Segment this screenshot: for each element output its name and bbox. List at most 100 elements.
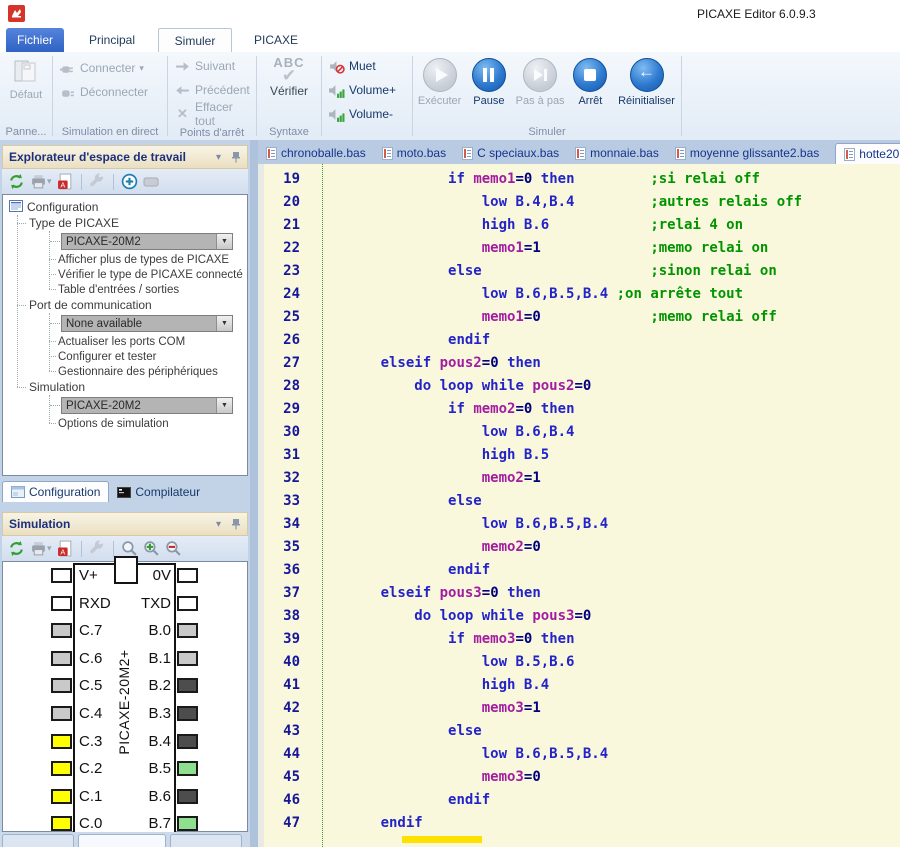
file-tab-moto-bas[interactable]: moto.bas [382,146,446,164]
app-logo-icon[interactable] [8,5,25,22]
bottom-tab-stub[interactable] [78,834,166,847]
print-button[interactable]: ▾ [30,173,52,190]
code-line[interactable]: 42 memo3=1 [258,697,900,720]
effacer-tout-button[interactable]: ✕ Effacer tout [168,102,256,126]
code-line[interactable]: 41 high B.4 [258,674,900,697]
code-line[interactable]: 37 elseif pous3=0 then [258,582,900,605]
code-line[interactable]: 45 memo3=0 [258,766,900,789]
tree-item[interactable]: Gestionnaire des périphériques [3,364,247,379]
refresh-icon[interactable] [8,173,25,190]
picaxe-type-combobox[interactable]: PICAXE-20M2▼ [61,233,233,250]
file-tab-hotte20m[interactable]: hotte20M [835,143,900,164]
code-line[interactable]: 35 memo2=0 [258,536,900,559]
code-line[interactable]: 43 else [258,720,900,743]
wrench-icon[interactable] [89,540,106,557]
pin-TXD[interactable] [177,596,198,611]
muet-button[interactable]: Muet [322,54,412,78]
picaxe-type-combobox[interactable]: None available▼ [61,315,233,332]
pin-C.5[interactable] [51,678,72,693]
tree-item[interactable]: Simulation [3,379,247,395]
tree-item[interactable]: Afficher plus de types de PICAXE [3,252,247,267]
tree-item[interactable]: Table d'entrées / sorties [3,282,247,297]
zoom-icon[interactable] [121,540,138,557]
pin-C.2[interactable] [51,761,72,776]
combobox-arrow-icon[interactable]: ▼ [216,398,232,413]
tab-principal[interactable]: Principal [70,28,154,52]
code-line[interactable]: 27 elseif pous2=0 then [258,352,900,375]
bottom-tab-stub[interactable] [2,834,74,847]
pin-C.6[interactable] [51,651,72,666]
combobox-arrow-icon[interactable]: ▼ [216,234,232,249]
code-line[interactable]: 19 if memo1=0 then ;si relai off [258,168,900,191]
code-line[interactable]: 24 low B.6,B.5,B.4 ;on arrête tout [258,283,900,306]
tab-compilateur[interactable]: Compilateur [109,482,208,502]
file-tab-monnaie-bas[interactable]: monnaie.bas [575,146,659,164]
tree-item[interactable]: Configurer et tester [3,349,247,364]
tab-simuler[interactable]: Simuler [158,28,232,52]
pas-a-pas-button[interactable]: Pas à pas [512,52,569,125]
picaxe-type-combobox[interactable]: PICAXE-20M2▼ [61,397,233,414]
panel-splitter[interactable] [250,140,258,847]
code-line[interactable]: 32 memo2=1 [258,467,900,490]
pin-C.1[interactable] [51,789,72,804]
defaut-button[interactable]: Défaut [10,58,42,101]
print-button[interactable]: ▾ [30,540,52,557]
combobox-arrow-icon[interactable]: ▼ [216,316,232,331]
file-tab-moyenne-glissante2-bas[interactable]: moyenne glissante2.bas [675,146,819,164]
add-watch-icon[interactable] [121,173,138,190]
pin-V+[interactable] [51,568,72,583]
code-line[interactable]: 39 if memo3=0 then [258,628,900,651]
refresh-icon[interactable] [8,540,25,557]
tree-item[interactable]: Type de PICAXE [3,215,247,231]
wrench-icon[interactable] [89,173,106,190]
volume-minus-button[interactable]: Volume- [322,102,412,126]
code-editor[interactable]: 19 if memo1=0 then ;si relai off20 low B… [258,164,900,847]
arret-button[interactable]: Arrêt [571,52,610,125]
pin-B.5[interactable] [177,761,198,776]
code-line[interactable]: 33 else [258,490,900,513]
pin-C.3[interactable] [51,734,72,749]
pause-button[interactable]: Pause [468,52,509,125]
tab-fichier[interactable]: Fichier [6,28,64,52]
pin-B.2[interactable] [177,678,198,693]
pin-B.0[interactable] [177,623,198,638]
code-line[interactable]: 26 endif [258,329,900,352]
pin-B.6[interactable] [177,789,198,804]
pin-B.7[interactable] [177,816,198,831]
zoom-out-icon[interactable] [165,540,182,557]
deconnecter-button[interactable]: Déconnecter [53,80,167,104]
bottom-tab-stub[interactable] [170,834,242,847]
code-line[interactable]: 23 else ;sinon relai on [258,260,900,283]
pin-0V[interactable] [177,568,198,583]
pin-RXD[interactable] [51,596,72,611]
verifier-button[interactable]: ABC ✔ Vérifier [257,52,321,125]
suivant-button[interactable]: Suivant [168,54,256,78]
tab-configuration[interactable]: Configuration [2,481,109,502]
chevron-down-icon[interactable]: ▾ [216,152,221,163]
pdf-export-icon[interactable]: A [57,173,74,190]
code-line[interactable]: 36 endif [258,559,900,582]
pin-C.4[interactable] [51,706,72,721]
tree-item[interactable]: Port de communication [3,297,247,313]
volume-plus-button[interactable]: Volume+ [322,78,412,102]
pin-icon[interactable] [231,518,241,530]
tree-item[interactable]: Configuration [3,199,247,215]
pin-C.0[interactable] [51,816,72,831]
code-line[interactable]: 40 low B.5,B.6 [258,651,900,674]
pin-B.1[interactable] [177,651,198,666]
pin-icon[interactable] [231,151,241,163]
pin-B.4[interactable] [177,734,198,749]
pin-B.3[interactable] [177,706,198,721]
precedent-button[interactable]: Précédent [168,78,256,102]
code-line[interactable]: 30 low B.6,B.4 [258,421,900,444]
file-tab-c-speciaux-bas[interactable]: C speciaux.bas [462,146,559,164]
code-line[interactable]: 22 memo1=1 ;memo relai on [258,237,900,260]
reinitialiser-button[interactable]: ← Réinitialiser [612,52,681,125]
code-line[interactable]: 44 low B.6,B.5,B.4 [258,743,900,766]
tree-item[interactable]: Options de simulation [3,416,247,431]
code-line[interactable]: 28 do loop while pous2=0 [258,375,900,398]
code-line[interactable]: 47 endif [258,812,900,835]
pin-C.7[interactable] [51,623,72,638]
code-line[interactable]: 21 high B.6 ;relai 4 on [258,214,900,237]
chevron-down-icon[interactable]: ▾ [216,519,221,530]
